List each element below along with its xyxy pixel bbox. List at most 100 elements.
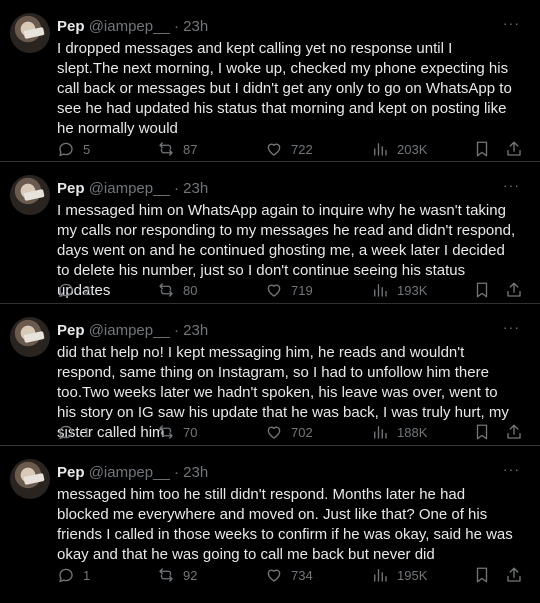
views-button[interactable]: 188K [371,422,427,442]
avatar[interactable] [10,459,50,499]
reply-icon [59,425,73,440]
reply-button[interactable]: 5 [57,139,90,159]
tweet-header: Pep @iampep__ · 23h [57,463,208,483]
timestamp[interactable]: 23h [183,18,208,35]
share-icon [507,282,521,297]
author-name[interactable]: Pep [57,180,85,197]
reply-icon [59,283,73,298]
avatar[interactable] [10,317,50,357]
share-button[interactable] [505,565,523,585]
tweet-text: I dropped messages and kept calling yet … [57,40,512,137]
view-count: 193K [397,282,428,298]
share-icon [507,424,521,439]
view-count: 188K [397,424,428,440]
share-icon [507,141,521,156]
repost-icon [159,283,173,297]
share-button[interactable] [505,422,523,442]
share-button[interactable] [505,280,523,300]
heart-icon [267,284,281,297]
like-button[interactable]: 702 [265,422,313,442]
reply-count: 1 [83,424,91,440]
tweet[interactable]: Pep @iampep__ · 23h ··· I messaged him o… [0,162,540,304]
bookmark-button[interactable] [473,139,491,159]
repost-count: 92 [183,567,198,583]
reply-button[interactable]: 1 [57,422,90,442]
like-count: 719 [291,282,313,298]
analytics-icon [374,284,387,297]
separator: · [173,18,179,35]
repost-count: 70 [183,424,198,440]
like-button[interactable]: 734 [265,565,313,585]
timestamp[interactable]: 23h [183,464,208,481]
separator: · [173,180,179,197]
repost-button[interactable]: 92 [157,565,197,585]
views-button[interactable]: 193K [371,280,427,300]
reply-button[interactable]: 2 [57,280,90,300]
tweet[interactable]: Pep @iampep__ · 23h ··· I dropped messag… [0,0,540,162]
analytics-icon [374,569,387,582]
tweet[interactable]: Pep @iampep__ · 23h ··· messaged him too… [0,446,540,603]
like-button[interactable]: 719 [265,280,313,300]
repost-icon [159,425,173,439]
reply-count: 5 [83,141,91,157]
reply-count: 2 [83,282,91,298]
bookmark-icon [476,282,488,298]
timestamp[interactable]: 23h [183,322,208,339]
author-handle[interactable]: @iampep__ [89,322,170,339]
action-bar: 1 92 734 195K [57,565,527,585]
tweet[interactable]: Pep @iampep__ · 23h ··· did that help no… [0,304,540,446]
separator: · [173,464,179,481]
share-button[interactable] [505,139,523,159]
avatar[interactable] [10,175,50,215]
bookmark-button[interactable] [473,565,491,585]
bookmark-icon [476,567,488,583]
like-button[interactable]: 722 [265,139,313,159]
reply-count: 1 [83,567,91,583]
action-bar: 1 70 702 188K [57,422,527,442]
author-handle[interactable]: @iampep__ [89,464,170,481]
more-options-icon[interactable]: ··· [503,15,520,31]
author-handle[interactable]: @iampep__ [89,180,170,197]
reply-icon [59,568,73,583]
share-icon [507,567,521,582]
bookmark-button[interactable] [473,280,491,300]
bookmark-icon [476,141,488,157]
more-options-icon[interactable]: ··· [503,319,520,335]
analytics-icon [374,426,387,439]
view-count: 203K [397,141,428,157]
heart-icon [267,569,281,582]
tweet-thread: Pep @iampep__ · 23h ··· I dropped messag… [0,0,540,603]
action-bar: 5 87 722 203K [57,139,527,159]
avatar[interactable] [10,13,50,53]
author-name[interactable]: Pep [57,464,85,481]
more-options-icon[interactable]: ··· [503,461,520,477]
views-button[interactable]: 203K [371,139,427,159]
author-name[interactable]: Pep [57,18,85,35]
tweet-header: Pep @iampep__ · 23h [57,17,208,37]
heart-icon [267,143,281,156]
repost-icon [159,568,173,582]
bookmark-button[interactable] [473,422,491,442]
author-handle[interactable]: @iampep__ [89,18,170,35]
more-options-icon[interactable]: ··· [503,177,520,193]
repost-button[interactable]: 87 [157,139,197,159]
heart-icon [267,426,281,439]
like-count: 734 [291,567,313,583]
author-name[interactable]: Pep [57,322,85,339]
repost-icon [159,142,173,156]
reply-icon [59,142,73,157]
reply-button[interactable]: 1 [57,565,90,585]
like-count: 702 [291,424,313,440]
repost-count: 80 [183,282,198,298]
tweet-text: messaged him too he still didn't respond… [57,486,513,563]
repost-button[interactable]: 80 [157,280,197,300]
repost-button[interactable]: 70 [157,422,197,442]
tweet-header: Pep @iampep__ · 23h [57,321,208,341]
analytics-icon [374,143,387,156]
separator: · [173,322,179,339]
action-bar: 2 80 719 193K [57,280,527,300]
repost-count: 87 [183,141,198,157]
views-button[interactable]: 195K [371,565,427,585]
tweet-header: Pep @iampep__ · 23h [57,179,208,199]
timestamp[interactable]: 23h [183,180,208,197]
